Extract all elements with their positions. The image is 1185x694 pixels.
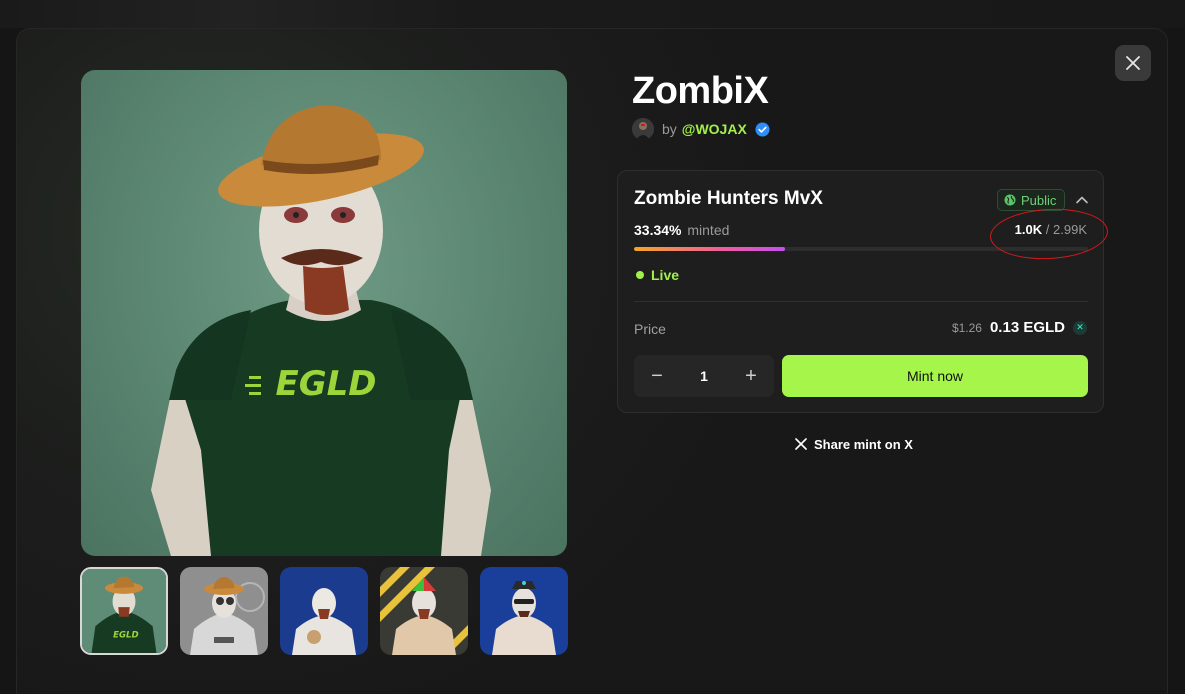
thumbnail-2[interactable] xyxy=(180,567,268,655)
minted-label: minted xyxy=(687,222,730,238)
thumbnail-5[interactable] xyxy=(480,567,568,655)
share-on-x-button[interactable]: Share mint on X xyxy=(795,434,913,454)
chevron-up-icon[interactable] xyxy=(1074,192,1090,208)
thumbnail-4[interactable] xyxy=(380,567,468,655)
share-label: Share mint on X xyxy=(814,436,913,452)
thumbnail-3[interactable] xyxy=(280,567,368,655)
creator-avatar[interactable] xyxy=(632,118,654,140)
price-label: Price xyxy=(634,321,666,337)
creator-handle-link[interactable]: @WOJAX xyxy=(682,121,747,137)
status-label: Live xyxy=(651,267,680,283)
minted-percent: 33.34% xyxy=(634,222,682,238)
backdrop xyxy=(0,0,1185,28)
thumbnail-1[interactable]: EGLD xyxy=(80,567,168,655)
price-usd: $1.26 xyxy=(951,320,982,335)
visibility-label: Public xyxy=(1021,192,1057,208)
nft-main-image: EGLD xyxy=(81,70,567,556)
mint-now-button[interactable]: Mint now xyxy=(782,355,1088,397)
egld-token-icon: ✕ xyxy=(1073,320,1087,335)
mint-stage-card: Zombie Hunters MvX Public 33.34% minted … xyxy=(617,170,1104,413)
live-dot-icon xyxy=(636,271,644,279)
collection-name: Zombie Hunters MvX xyxy=(634,188,823,209)
verified-badge-icon xyxy=(755,121,770,137)
svg-text:EGLD: EGLD xyxy=(275,364,376,404)
x-logo-icon xyxy=(795,438,807,450)
increment-button[interactable]: + xyxy=(738,363,764,389)
drop-title: ZombiX xyxy=(632,70,769,112)
mint-progress-fill xyxy=(634,247,786,251)
svg-text:EGLD: EGLD xyxy=(113,631,139,641)
visibility-badge: Public xyxy=(997,189,1066,211)
minted-progress-text: 33.34% minted xyxy=(634,222,729,238)
close-icon xyxy=(1126,56,1140,70)
close-button[interactable] xyxy=(1115,45,1151,81)
quantity-stepper: − 1 + xyxy=(634,355,774,397)
status-indicator: Live xyxy=(636,267,679,283)
price-value: $1.26 0.13 EGLD ✕ xyxy=(952,319,1087,336)
price-egld: 0.13 EGLD xyxy=(989,319,1065,336)
globe-icon xyxy=(1004,194,1016,206)
quantity-value[interactable]: 1 xyxy=(700,368,708,384)
by-label: by xyxy=(662,121,677,137)
decrement-button[interactable]: − xyxy=(644,363,670,389)
divider xyxy=(634,301,1088,302)
creator-row: by @WOJAX xyxy=(632,117,770,141)
